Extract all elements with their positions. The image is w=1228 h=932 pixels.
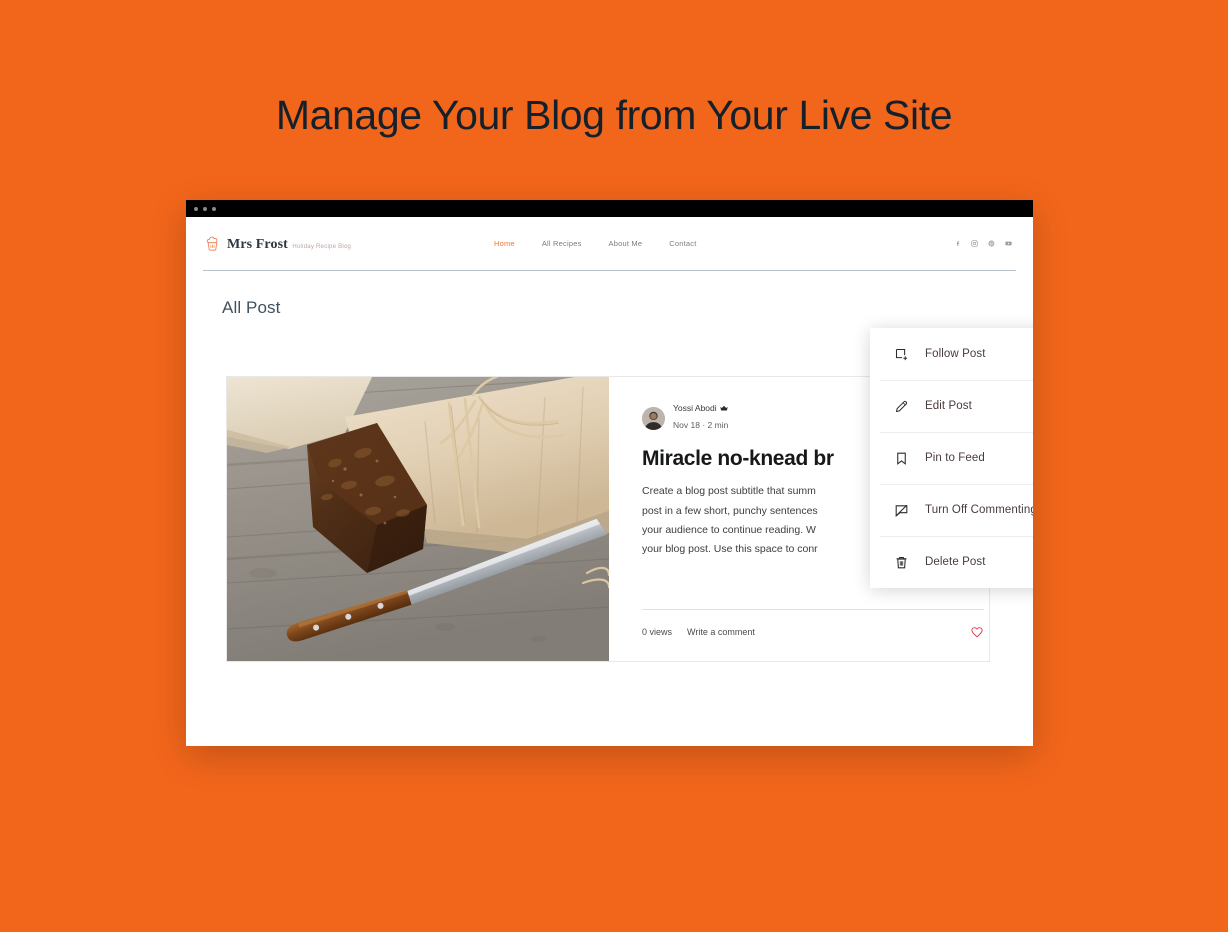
menu-item-edit-post[interactable]: Edit Post (870, 380, 1033, 432)
follow-post-icon (894, 347, 909, 362)
pencil-icon (894, 399, 909, 414)
social-links (953, 235, 1013, 253)
author-name: Yossi Abodi (673, 403, 717, 413)
menu-item-turn-off-commenting[interactable]: Turn Off Commenting (870, 484, 1033, 536)
logo-name: Mrs Frost (227, 236, 288, 252)
browser-close-dot[interactable] (194, 206, 198, 211)
site-navigation: Home All Recipes About Me Contact (494, 239, 953, 248)
menu-item-delete-post[interactable]: Delete Post (870, 536, 1033, 588)
write-comment-link[interactable]: Write a comment (687, 627, 755, 637)
bookmark-icon (894, 451, 909, 466)
post-cover-image[interactable] (227, 377, 609, 661)
menu-item-pin-to-feed[interactable]: Pin to Feed (870, 432, 1033, 484)
browser-window: Mrs Frost Holiday Recipe Blog Home All R… (186, 200, 1033, 746)
menu-label: Turn Off Commenting (925, 504, 1033, 516)
comment-off-icon (894, 503, 909, 518)
no-knead-bread-photo (227, 377, 609, 661)
meta-separator: · (702, 419, 706, 430)
menu-label: Edit Post (925, 400, 972, 412)
page-title: All Post (222, 298, 281, 317)
menu-item-follow-post[interactable]: Follow Post (870, 328, 1033, 380)
nav-item-about-me[interactable]: About Me (609, 239, 643, 248)
trash-icon (894, 555, 909, 570)
nav-item-contact[interactable]: Contact (669, 239, 696, 248)
pinterest-icon[interactable] (987, 235, 996, 253)
nav-item-all-recipes[interactable]: All Recipes (542, 239, 582, 248)
youtube-icon[interactable] (1004, 235, 1013, 253)
browser-chrome-bar (186, 200, 1033, 217)
menu-label: Delete Post (925, 556, 986, 568)
nav-item-home[interactable]: Home (494, 239, 515, 248)
heart-icon[interactable] (970, 625, 984, 639)
browser-minimize-dot[interactable] (203, 206, 207, 211)
browser-maximize-dot[interactable] (212, 206, 216, 211)
site-logo[interactable]: Mrs Frost Holiday Recipe Blog (203, 234, 433, 253)
avatar[interactable] (642, 407, 665, 431)
crown-icon (719, 405, 728, 411)
post-footer: 0 views Write a comment (642, 609, 984, 639)
site-header: Mrs Frost Holiday Recipe Blog Home All R… (186, 217, 1033, 271)
instagram-icon[interactable] (970, 235, 979, 253)
post-date-readtime: Nov 18 · 2 min (673, 420, 728, 430)
view-count: 0 views (642, 627, 673, 637)
facebook-icon[interactable] (953, 235, 962, 253)
page-headline: Manage Your Blog from Your Live Site (275, 92, 953, 138)
post-options-menu: Follow Post Edit Post Pin to Feed Turn O… (870, 328, 1033, 588)
site-viewport: Mrs Frost Holiday Recipe Blog Home All R… (186, 217, 1033, 746)
menu-label: Follow Post (925, 348, 986, 360)
author-name-row: Yossi Abodi (673, 403, 728, 414)
footer-divider (642, 609, 984, 610)
cupcake-icon (203, 234, 222, 253)
header-divider (203, 270, 1016, 271)
menu-label: Pin to Feed (925, 452, 985, 464)
logo-tagline: Holiday Recipe Blog (292, 243, 352, 250)
post-date: Nov 18 (673, 419, 700, 430)
post-read-time: 2 min (707, 419, 729, 430)
